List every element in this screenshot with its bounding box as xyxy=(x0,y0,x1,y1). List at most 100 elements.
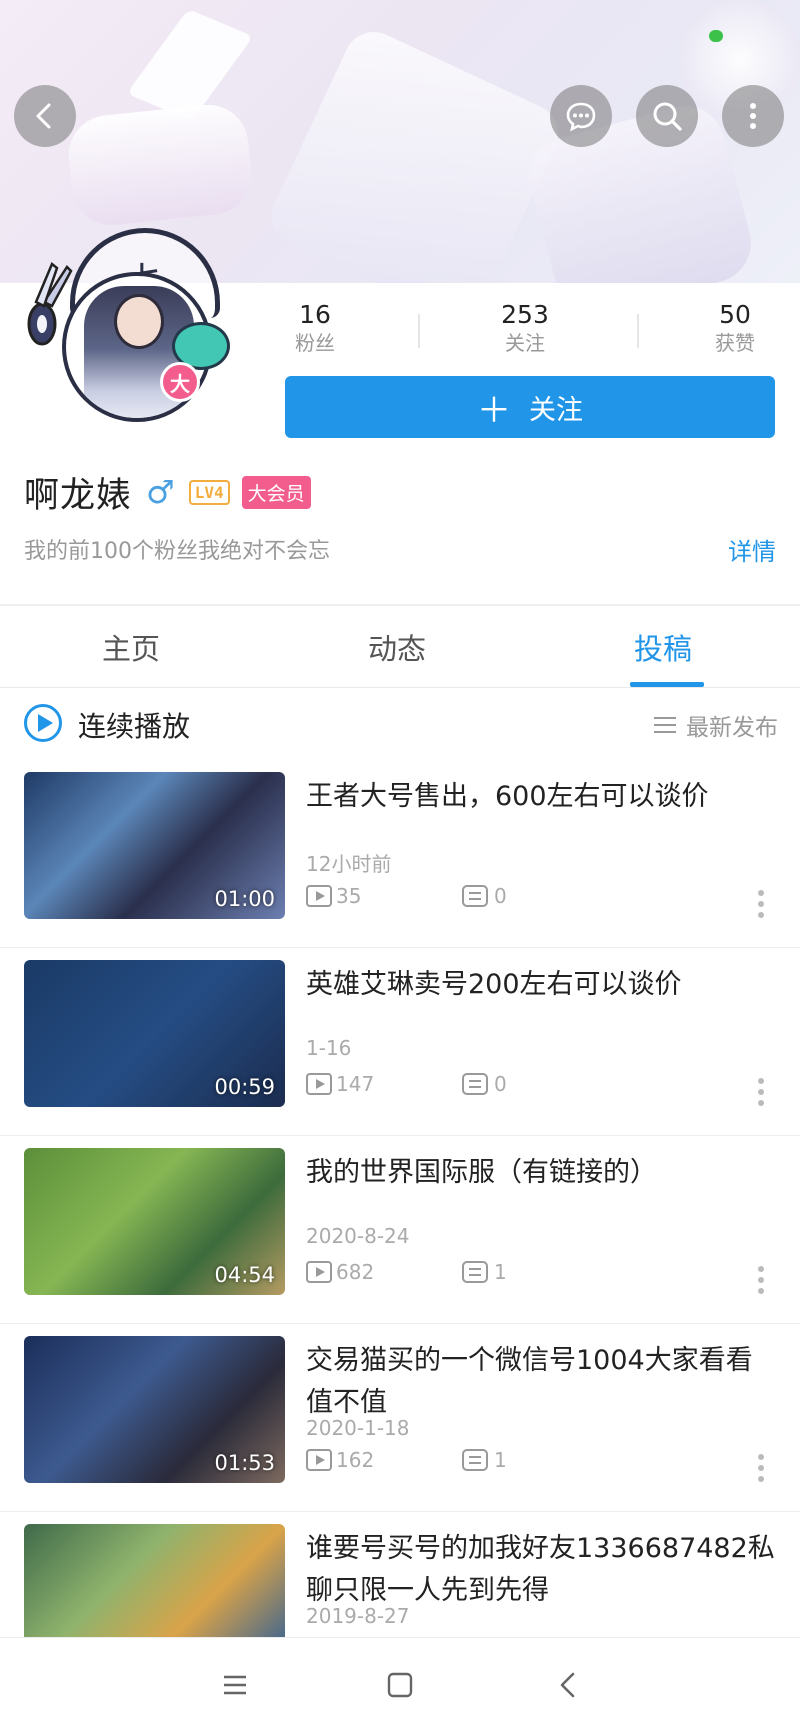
vip-avatar-badge: 大 xyxy=(160,362,200,402)
stat-value: 50 xyxy=(719,300,751,329)
tab-submissions[interactable]: 投稿 xyxy=(634,626,692,668)
play-count: 162 xyxy=(336,1448,375,1472)
male-icon: ♂ xyxy=(146,473,175,511)
sort-label: 最新发布 xyxy=(686,715,778,741)
tab-active-indicator xyxy=(630,682,704,687)
video-duration: 01:00 xyxy=(214,887,275,911)
video-more-icon[interactable] xyxy=(758,1078,766,1112)
video-date: 2020-1-18 xyxy=(306,1416,410,1440)
video-comments: 1 xyxy=(462,1260,507,1284)
video-title[interactable]: 王者大号售出，600左右可以谈价 xyxy=(306,776,776,818)
video-thumbnail[interactable]: 04:54 xyxy=(24,1148,285,1295)
video-title[interactable]: 英雄艾琳卖号200左右可以谈价 xyxy=(306,964,776,1006)
system-nav-bar xyxy=(0,1637,800,1733)
video-date: 12小时前 xyxy=(306,852,392,876)
stat-label: 粉丝 xyxy=(295,331,335,355)
play-count-icon xyxy=(306,1261,332,1283)
play-circle-icon[interactable] xyxy=(24,704,62,742)
more-vertical-icon xyxy=(750,103,756,129)
video-title[interactable]: 谁要号买号的加我好友1336687482私聊只限一人先到先得 xyxy=(306,1528,776,1612)
list-toolbar: 连续播放 最新发布 xyxy=(0,690,800,760)
video-duration: 01:53 xyxy=(214,1451,275,1475)
comment-icon xyxy=(462,1073,488,1095)
profile-stats: 16 粉丝 253 关注 50 获赞 xyxy=(285,300,765,364)
menu-icon xyxy=(224,1675,246,1695)
recent-apps-button[interactable] xyxy=(215,1668,255,1702)
video-thumbnail[interactable] xyxy=(24,1524,285,1637)
comment-icon xyxy=(462,885,488,907)
video-duration: 04:54 xyxy=(214,1263,275,1287)
video-item[interactable]: 01:00 王者大号售出，600左右可以谈价 12小时前 35 0 xyxy=(0,760,800,948)
video-thumbnail[interactable]: 01:53 xyxy=(24,1336,285,1483)
user-name: 啊龙婊 xyxy=(24,475,133,516)
video-plays: 147 xyxy=(306,1072,374,1096)
more-button[interactable] xyxy=(722,85,784,147)
search-icon xyxy=(653,102,682,131)
stat-likes[interactable]: 50 获赞 xyxy=(705,300,765,356)
video-more-icon[interactable] xyxy=(758,1266,766,1300)
video-date: 2019-8-27 xyxy=(306,1604,410,1628)
stat-value: 16 xyxy=(299,300,331,329)
video-thumbnail[interactable]: 00:59 xyxy=(24,960,285,1107)
follow-button[interactable]: ＋ 关注 xyxy=(285,376,775,438)
back-button[interactable] xyxy=(14,85,76,147)
video-plays: 35 xyxy=(306,884,361,908)
continuous-play-button[interactable]: 连续播放 xyxy=(78,705,190,745)
comment-count: 1 xyxy=(494,1260,507,1284)
play-count: 682 xyxy=(336,1260,375,1284)
video-item[interactable]: 01:53 交易猫买的一个微信号1004大家看看值不值 2020-1-18 16… xyxy=(0,1324,800,1512)
chat-bubble-icon xyxy=(566,102,596,132)
message-button[interactable] xyxy=(550,85,612,147)
square-icon xyxy=(387,1672,413,1698)
stat-divider xyxy=(637,314,639,348)
level-badge: LV4 xyxy=(188,479,230,505)
avatar[interactable]: 七 大 xyxy=(22,222,230,422)
home-button[interactable] xyxy=(380,1668,420,1702)
video-thumbnail[interactable]: 01:00 xyxy=(24,772,285,919)
play-count-icon xyxy=(306,1449,332,1471)
video-more-icon[interactable] xyxy=(758,890,766,924)
video-comments: 0 xyxy=(462,1072,507,1096)
system-back-button[interactable] xyxy=(548,1668,588,1702)
video-title[interactable]: 交易猫买的一个微信号1004大家看看值不值 xyxy=(306,1340,776,1424)
chevron-left-icon xyxy=(560,1672,575,1698)
video-plays: 162 xyxy=(306,1448,374,1472)
stat-following[interactable]: 253 关注 xyxy=(485,300,565,356)
stat-value: 253 xyxy=(501,300,549,329)
video-comments: 0 xyxy=(462,884,507,908)
follow-label: 关注 xyxy=(529,394,583,426)
video-item[interactable]: 谁要号买号的加我好友1336687482私聊只限一人先到先得 2019-8-27 xyxy=(0,1512,800,1637)
sort-icon xyxy=(654,717,676,733)
video-more-icon[interactable] xyxy=(758,1454,766,1488)
tab-home[interactable]: 主页 xyxy=(102,626,160,668)
video-item[interactable]: 04:54 我的世界国际服（有链接的） 2020-8-24 682 1 xyxy=(0,1136,800,1324)
video-date: 2020-8-24 xyxy=(306,1224,410,1248)
comment-count: 0 xyxy=(494,1072,507,1096)
plus-icon: ＋ xyxy=(477,390,511,431)
video-title[interactable]: 我的世界国际服（有链接的） xyxy=(306,1152,776,1194)
video-item[interactable]: 00:59 英雄艾琳卖号200左右可以谈价 1-16 147 0 xyxy=(0,948,800,1136)
comment-icon xyxy=(462,1449,488,1471)
video-date: 1-16 xyxy=(306,1036,352,1060)
stat-divider xyxy=(418,314,420,348)
vip-badge[interactable]: 大会员 xyxy=(241,475,311,509)
search-button[interactable] xyxy=(636,85,698,147)
arrow-left-icon xyxy=(36,103,51,129)
video-comments: 1 xyxy=(462,1448,507,1472)
comment-icon xyxy=(462,1261,488,1283)
tab-bar: 主页 动态 投稿 xyxy=(0,606,800,688)
video-plays: 682 xyxy=(306,1260,374,1284)
signature: 我的前100个粉丝我绝对不会忘 xyxy=(24,539,330,564)
stat-label: 获赞 xyxy=(715,331,755,355)
comment-count: 1 xyxy=(494,1448,507,1472)
play-count-icon xyxy=(306,1073,332,1095)
name-row: 啊龙婊 ♂ LV4 大会员 xyxy=(24,468,311,516)
detail-link[interactable]: 详情 xyxy=(728,532,776,567)
play-count-icon xyxy=(306,885,332,907)
sort-button[interactable]: 最新发布 xyxy=(654,708,778,742)
stat-label: 关注 xyxy=(505,331,545,355)
comment-count: 0 xyxy=(494,884,507,908)
status-indicator xyxy=(709,30,723,42)
tab-dynamics[interactable]: 动态 xyxy=(368,626,426,668)
stat-fans[interactable]: 16 粉丝 xyxy=(285,300,345,356)
